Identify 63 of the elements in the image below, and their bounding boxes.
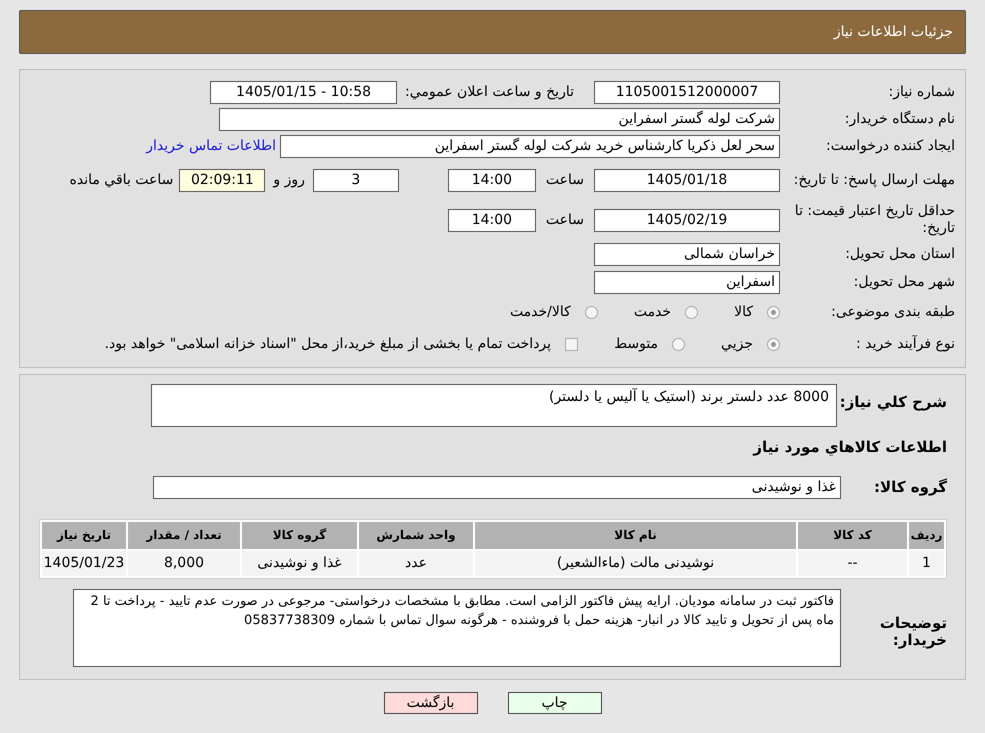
- field-label: شهر محل تحویل:: [852, 274, 955, 290]
- back-button[interactable]: بازگشت: [384, 692, 478, 714]
- buyer-org-field: شرکت لوله گستر اسفراین: [219, 108, 780, 131]
- field-label: تاریخ و ساعت اعلان عمومي:: [405, 83, 574, 102]
- table-cell: نوشیدنی مالت (ماءالشعیر): [475, 551, 796, 576]
- column-header: نام کالا: [475, 522, 796, 549]
- deadline-date-field: 1405/01/18: [594, 168, 780, 192]
- buyer-notes-textarea[interactable]: فاکتور ثبت در سامانه مودیان. ارایه پیش فاکتور الزامی است. مطابق با مشخصات درخواستی- مرجوعی در صورت عدم تایید - پرداخت تا 2 ماه پس از تحویل و تایید کالا در انبار- هزینه حمل با فروشنده - هرگونه سوال تماس با شماره 05837738309: [73, 589, 841, 667]
- field-label: روز و: [273, 170, 305, 190]
- field-label: حداقل تاریخ اعتبار قیمت: تا تاریخ:: [794, 203, 955, 237]
- column-header: کد کالا: [798, 522, 907, 549]
- column-header: گروه کالا: [242, 522, 357, 549]
- radio-button[interactable]: [685, 306, 698, 318]
- field-label: مهلت ارسال پاسخ: تا تاریخ:: [792, 172, 955, 188]
- validity-date-field: 1405/02/19: [594, 208, 780, 232]
- table-cell: 1405/01/23: [42, 551, 126, 576]
- field-label: ساعت باقي مانده: [70, 170, 174, 190]
- table-cell: 1: [909, 551, 944, 576]
- radio-button[interactable]: [767, 306, 780, 318]
- field-label: شماره نیاز:: [888, 84, 955, 101]
- column-header: تعداد / مقدار: [128, 522, 240, 549]
- requester-field: سحر لعل ذکریا کارشناس خرید شرکت لوله گستر اسفراین: [280, 135, 780, 158]
- page-title: جزئیات اطلاعات نیاز: [834, 22, 953, 42]
- field-label: استان محل تحویل:: [844, 246, 955, 262]
- deadline-time-field: 14:00: [448, 168, 536, 192]
- table-cell: --: [798, 551, 907, 576]
- section-heading: اطلاعات کالاهاي مورد نیاز: [753, 438, 947, 456]
- option-label: متوسط: [614, 334, 658, 354]
- column-header: واحد شمارش: [359, 522, 473, 549]
- buyer-contact-link[interactable]: اطلاعات تماس خریدار: [146, 136, 276, 157]
- city-field: اسفراین: [594, 270, 780, 294]
- option-label: خدمت: [634, 302, 672, 322]
- days-field: 3: [312, 168, 399, 192]
- table-cell: غذا و نوشیدنی: [242, 551, 357, 576]
- field-label: طبقه بندی موضوعی:: [830, 304, 955, 320]
- need-number-field: 1105001512000007: [594, 81, 780, 104]
- summary-textarea[interactable]: 8000 عدد دلستر برند (استیک یا آلیس یا دلستر): [151, 384, 837, 427]
- goods-group-field: غذا و نوشیدنی: [153, 476, 841, 499]
- field-label: ساعت: [546, 210, 584, 230]
- print-button[interactable]: چاپ: [508, 692, 602, 714]
- field-label: نوع فرآیند خرید :: [855, 336, 955, 352]
- province-field: خراسان شمالی: [594, 242, 780, 266]
- column-header: ردیف: [909, 522, 944, 549]
- option-label: کالا/خدمت: [510, 302, 571, 322]
- radio-button[interactable]: [672, 338, 686, 350]
- option-label: پرداخت تمام یا بخشی از مبلغ خرید،از محل "اسناد خزانه اسلامی" خواهد بود.: [104, 334, 552, 354]
- field-label: ساعت: [546, 170, 584, 190]
- field-label: گروه کالا:: [873, 479, 947, 496]
- checkbox[interactable]: [565, 338, 578, 350]
- table-cell: عدد: [359, 551, 473, 576]
- announce-date-field: 1405/01/15 - 10:58: [210, 81, 398, 104]
- remaining-time-field: 02:09:11: [179, 168, 266, 192]
- validity-time-field: 14:00: [448, 208, 536, 232]
- option-label: جزیي: [721, 334, 753, 354]
- column-header: تاریخ نیاز: [42, 522, 126, 549]
- option-label: کالا: [734, 302, 753, 322]
- field-label: ایجاد کننده درخواست:: [825, 138, 955, 155]
- radio-button[interactable]: [584, 306, 598, 318]
- radio-button[interactable]: [767, 338, 780, 350]
- field-label: نام دستگاه خریدار:: [844, 111, 955, 128]
- table-cell: 8,000: [128, 551, 240, 576]
- field-label: توضیحات خریدار:: [878, 615, 947, 649]
- field-label: شرح کلي نیاز:: [838, 394, 947, 411]
